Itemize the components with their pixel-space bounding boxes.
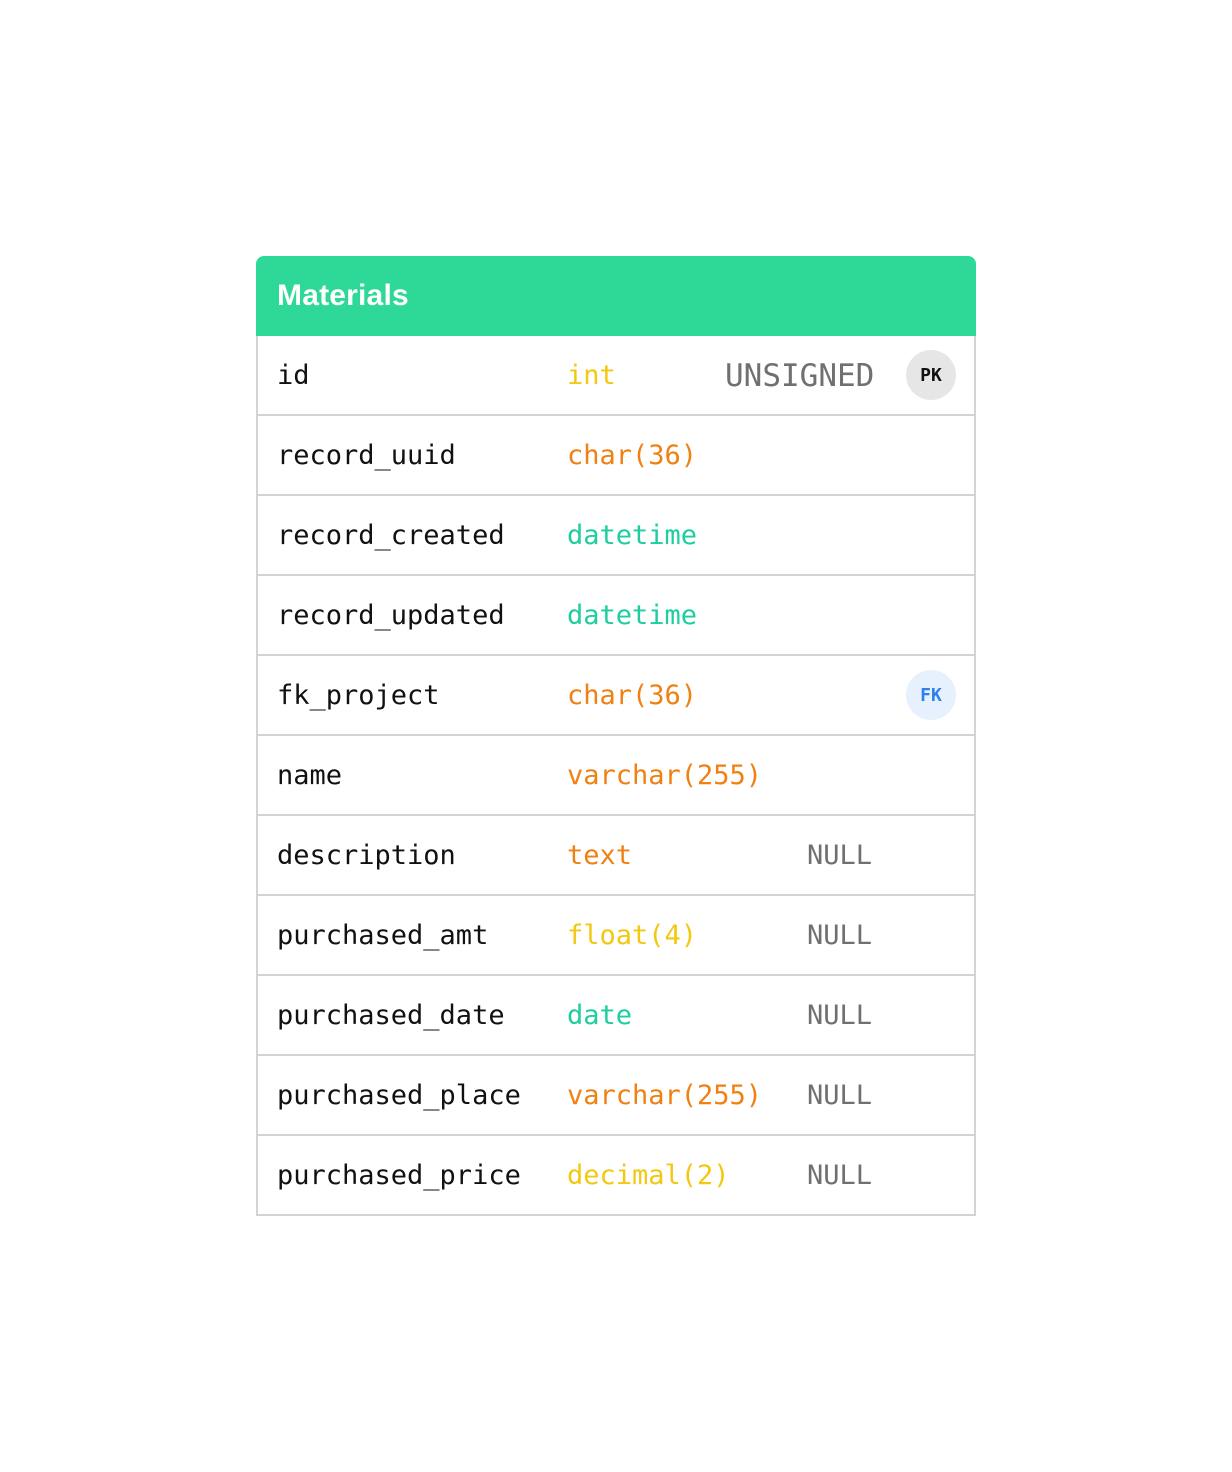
column-name: purchased_date (277, 1000, 505, 1031)
primary-key-badge: PK (906, 350, 956, 400)
foreign-key-badge: FK (906, 670, 956, 720)
column-type: char(36) (567, 680, 698, 711)
column-name: purchased_amt (277, 920, 489, 951)
nullable-modifier: NULL (807, 920, 873, 951)
column-type: datetime (567, 600, 698, 631)
nullable-modifier: NULL (807, 1080, 873, 1111)
column-name: record_updated (277, 600, 505, 631)
column-row-purchased-date[interactable]: purchased_date date NULL (258, 976, 974, 1056)
column-type: varchar(255) (567, 760, 763, 791)
nullable-modifier: NULL (807, 840, 873, 871)
column-name: purchased_place (277, 1080, 521, 1111)
column-row-purchased-amt[interactable]: purchased_amt float(4) NULL (258, 896, 974, 976)
unsigned-modifier: UNSIGNED (725, 358, 875, 394)
column-row-record-created[interactable]: record_created datetime (258, 496, 974, 576)
column-row-purchased-place[interactable]: purchased_place varchar(255) NULL (258, 1056, 974, 1136)
column-row-description[interactable]: description text NULL (258, 816, 974, 896)
column-name: record_uuid (277, 440, 456, 471)
nullable-modifier: NULL (807, 1160, 873, 1191)
column-type: varchar(255) (567, 1080, 763, 1111)
column-type: float(4) (567, 920, 698, 951)
column-type: char(36) (567, 440, 698, 471)
column-name: fk_project (277, 680, 440, 711)
entity-header[interactable]: Materials (256, 256, 976, 336)
entity-title: Materials (277, 279, 409, 312)
column-row-fk-project[interactable]: fk_project char(36) FK (258, 656, 974, 736)
column-name: purchased_price (277, 1160, 521, 1191)
column-type: datetime (567, 520, 698, 551)
column-row-id[interactable]: id int UNSIGNED PK (258, 336, 974, 416)
nullable-modifier: NULL (807, 1000, 873, 1031)
column-list: id int UNSIGNED PK record_uuid char(36) record… (256, 336, 976, 1216)
column-row-record-updated[interactable]: record_updated datetime (258, 576, 974, 656)
entity-table-materials[interactable]: Materials id int UNSIGNED PK record_uuid char… (256, 256, 976, 1216)
column-name: record_created (277, 520, 505, 551)
column-name: name (277, 760, 343, 791)
column-type: int (567, 360, 616, 391)
column-type: text (567, 840, 633, 871)
column-name: description (277, 840, 456, 871)
column-type: decimal(2) (567, 1160, 730, 1191)
column-row-purchased-price[interactable]: purchased_price decimal(2) NULL (258, 1136, 974, 1216)
column-type: date (567, 1000, 633, 1031)
column-row-name[interactable]: name varchar(255) (258, 736, 974, 816)
column-row-record-uuid[interactable]: record_uuid char(36) (258, 416, 974, 496)
column-name: id (277, 360, 310, 391)
